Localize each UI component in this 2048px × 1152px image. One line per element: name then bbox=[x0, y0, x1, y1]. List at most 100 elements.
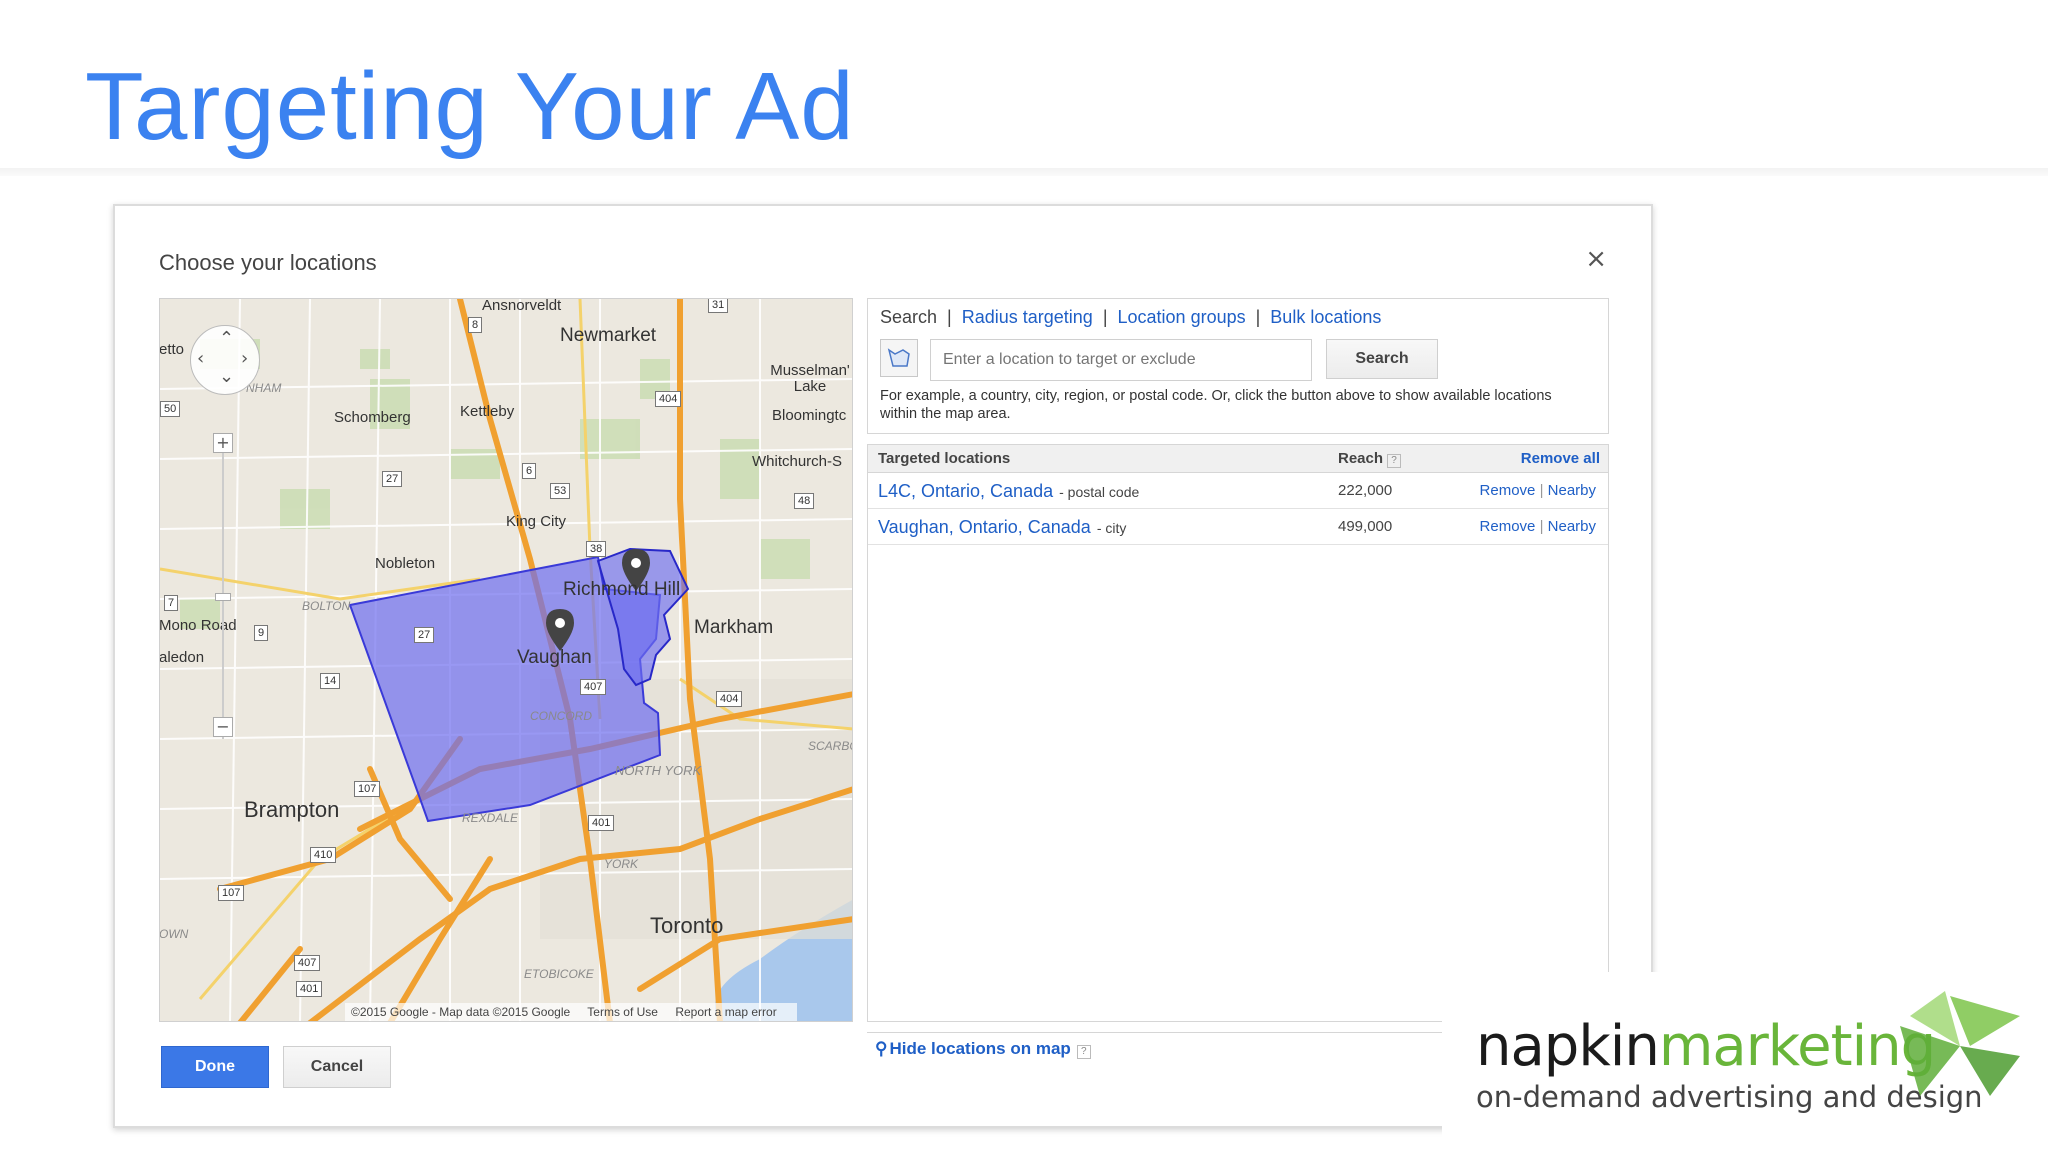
map-label-musselman: Musselman' Lake bbox=[770, 362, 850, 395]
highway-shield: 6 bbox=[522, 463, 537, 479]
location-type: - postal code bbox=[1059, 484, 1140, 500]
highway-shield: 38 bbox=[586, 541, 607, 557]
location-type: - city bbox=[1096, 520, 1127, 536]
pan-right-icon[interactable]: › bbox=[241, 348, 248, 369]
map-label-richmond-hill: Richmond Hill bbox=[563, 579, 681, 600]
pan-left-icon[interactable]: ‹ bbox=[197, 348, 204, 369]
nearby-link[interactable]: Nearby bbox=[1548, 482, 1596, 499]
map-report-link[interactable]: Report a map error bbox=[675, 1005, 776, 1019]
targeted-locations-table: Targeted locations Reach? Remove all L4C… bbox=[867, 444, 1609, 1022]
location-name[interactable]: Vaughan, Ontario, Canada bbox=[878, 517, 1091, 537]
close-icon[interactable]: × bbox=[1585, 244, 1607, 274]
map-label-etto: etto bbox=[159, 341, 185, 358]
highway-shield: 31 bbox=[708, 299, 729, 313]
search-button[interactable]: Search bbox=[1326, 339, 1438, 379]
map-label-schomberg: Schomberg bbox=[334, 409, 411, 426]
zoom-in-button[interactable]: + bbox=[213, 433, 233, 453]
highway-shield: 14 bbox=[320, 673, 341, 689]
help-icon[interactable]: ? bbox=[1076, 1045, 1091, 1059]
map-pin-icon: ⚲ bbox=[875, 1039, 888, 1058]
logo-wordmark: napkinmarketing bbox=[1476, 1014, 1936, 1079]
map-pan-control[interactable]: ⌃ ‹ › ⌄ bbox=[190, 325, 260, 395]
highway-shield: 9 bbox=[254, 625, 269, 641]
zoom-slider-thumb[interactable] bbox=[215, 593, 231, 601]
location-name[interactable]: L4C, Ontario, Canada bbox=[878, 481, 1053, 501]
table-header: Targeted locations Reach? Remove all bbox=[868, 445, 1608, 473]
map-label-etobicoke: ETOBICOKE bbox=[524, 967, 594, 981]
tab-search[interactable]: Search bbox=[880, 307, 937, 327]
highway-shield: 8 bbox=[468, 317, 483, 333]
logo-word-napkin: napkin bbox=[1476, 1014, 1660, 1079]
highway-shield: 401 bbox=[588, 815, 615, 831]
map-area-button[interactable] bbox=[880, 339, 918, 377]
map-select-icon bbox=[887, 348, 910, 367]
zoom-slider-track[interactable] bbox=[222, 439, 224, 739]
tab-separator: | bbox=[947, 307, 952, 327]
tab-location-groups[interactable]: Location groups bbox=[1118, 307, 1246, 327]
action-separator: | bbox=[1539, 482, 1544, 499]
highway-shield: 401 bbox=[296, 981, 323, 997]
map-label-toronto: Toronto bbox=[650, 913, 724, 938]
table-row: Vaughan, Ontario, Canada - city 499,000 R… bbox=[868, 509, 1608, 545]
location-search-input[interactable] bbox=[930, 339, 1312, 381]
location-reach: 499,000 bbox=[1338, 518, 1393, 535]
napkin-marketing-logo: napkinmarketing on-demand advertising an… bbox=[1442, 972, 2048, 1152]
map-label-north-york: NORTH YORK bbox=[615, 763, 702, 778]
map-label-vaughan: Vaughan bbox=[517, 647, 592, 668]
table-row: L4C, Ontario, Canada - postal code 222,00… bbox=[868, 473, 1608, 509]
remove-all-link[interactable]: Remove all bbox=[1521, 450, 1600, 467]
location-dialog: Choose your locations × Ansnorveldt Newm… bbox=[113, 204, 1653, 1128]
map-label-bloomington: Bloomingtc bbox=[772, 407, 847, 424]
map-label-newmarket: Newmarket bbox=[560, 325, 657, 346]
title-divider bbox=[0, 168, 2048, 176]
map-label-york: YORK bbox=[604, 857, 639, 871]
map-label-markham: Markham bbox=[694, 617, 774, 638]
action-separator: | bbox=[1539, 518, 1544, 535]
location-reach: 222,000 bbox=[1338, 482, 1393, 499]
logo-leaf-icon bbox=[1900, 991, 2020, 1096]
map-copyright: ©2015 Google - Map data ©2015 Google bbox=[351, 1005, 571, 1019]
tab-separator: | bbox=[1255, 307, 1261, 327]
tab-radius-targeting[interactable]: Radius targeting bbox=[962, 307, 1093, 327]
location-name-link[interactable]: L4C, Ontario, Canada - postal code bbox=[878, 481, 1139, 502]
map-label-own: OWN bbox=[159, 927, 189, 941]
map-label-kettleby: Kettleby bbox=[460, 403, 515, 420]
map-label-scarb: SCARBC bbox=[808, 739, 852, 753]
help-icon[interactable]: ? bbox=[1387, 454, 1402, 468]
map-footer: ©2015 Google - Map data ©2015 Google Ter… bbox=[345, 1003, 797, 1021]
slide-title: Targeting Your Ad bbox=[85, 53, 855, 160]
col-reach-label: Reach bbox=[1338, 450, 1384, 467]
search-section: Search | Radius targeting | Location groups |… bbox=[867, 298, 1609, 434]
tab-separator: | bbox=[1102, 307, 1108, 327]
map-label-rexdale: REXDALE bbox=[462, 811, 519, 825]
zoom-out-button[interactable]: − bbox=[213, 717, 233, 737]
map-label-caledon: aledon bbox=[159, 649, 205, 666]
highway-shield: 404 bbox=[716, 691, 743, 707]
panel-tabs: Search | Radius targeting | Location groups |… bbox=[880, 307, 1381, 328]
highway-shield: 7 bbox=[164, 595, 179, 611]
map-label-bolton: BOLTON bbox=[302, 599, 351, 613]
map-terms-link[interactable]: Terms of Use bbox=[587, 1005, 658, 1019]
highway-shield: 407 bbox=[294, 955, 321, 971]
col-reach: Reach? bbox=[1338, 450, 1402, 468]
done-button[interactable]: Done bbox=[161, 1046, 269, 1088]
map-label-concord: CONCORD bbox=[530, 709, 592, 723]
map-label-brampton: Brampton bbox=[244, 797, 340, 822]
nearby-link[interactable]: Nearby bbox=[1548, 518, 1596, 535]
location-map[interactable]: Ansnorveldt Newmarket Musselman' Lake Bl… bbox=[159, 298, 853, 1022]
pan-down-icon[interactable]: ⌄ bbox=[219, 366, 234, 387]
map-label-ansnorveldt: Ansnorveldt bbox=[482, 298, 562, 314]
remove-link[interactable]: Remove bbox=[1480, 482, 1536, 499]
location-name-link[interactable]: Vaughan, Ontario, Canada - city bbox=[878, 517, 1126, 538]
highway-shield: 50 bbox=[160, 401, 181, 417]
tab-bulk-locations[interactable]: Bulk locations bbox=[1270, 307, 1381, 327]
pan-up-icon[interactable]: ⌃ bbox=[219, 328, 234, 349]
remove-link[interactable]: Remove bbox=[1480, 518, 1536, 535]
dialog-title: Choose your locations bbox=[159, 250, 377, 275]
highway-shield: 107 bbox=[218, 885, 245, 901]
highway-shield: 53 bbox=[550, 483, 571, 499]
hide-locations-label[interactable]: Hide locations on map bbox=[889, 1039, 1070, 1058]
cancel-button[interactable]: Cancel bbox=[283, 1046, 391, 1088]
map-label-mono-road: Mono Road bbox=[159, 617, 237, 634]
map-label-whitchurch: Whitchurch-S bbox=[752, 453, 843, 470]
